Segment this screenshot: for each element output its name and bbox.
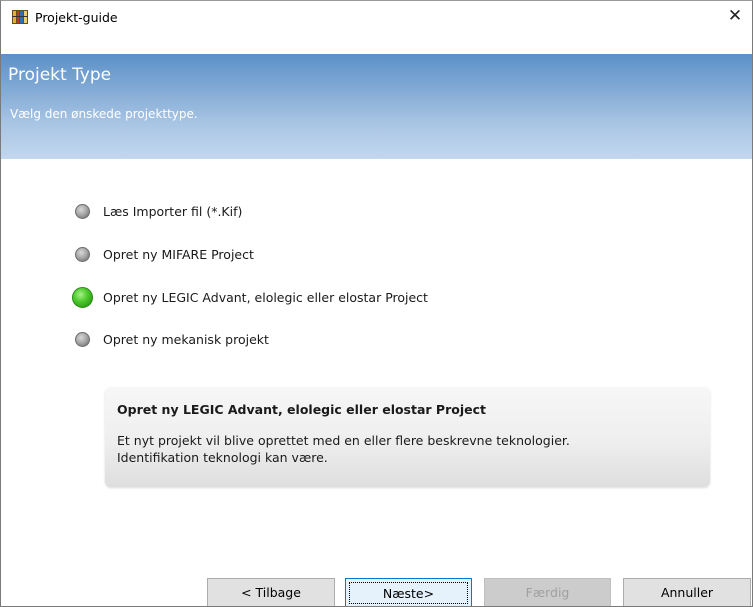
description-panel: Opret ny LEGIC Advant, elolegic eller el… (105, 387, 710, 487)
header-band: Projekt Type Vælg den ønskede projekttyp… (1, 54, 752, 159)
description-line: Et nyt projekt vil blive oprettet med en… (117, 433, 570, 448)
option-new-mifare[interactable]: Opret ny MIFARE Project (73, 242, 254, 266)
option-label: Læs Importer fil (*.Kif) (103, 203, 243, 219)
radio-button[interactable] (75, 331, 90, 347)
back-button-label: < Tilbage (241, 585, 301, 600)
back-button[interactable]: < Tilbage (207, 578, 335, 606)
description-line: Identifikation teknologi kan være. (117, 450, 328, 465)
radio-button-selected[interactable] (72, 286, 93, 308)
finish-button-label: Færdig (525, 585, 570, 600)
option-label: Opret ny LEGIC Advant, elolegic eller el… (103, 289, 428, 305)
option-label: Opret ny MIFARE Project (103, 246, 254, 262)
cancel-button-label: Annuller (660, 585, 714, 600)
radio-button[interactable] (75, 246, 90, 262)
option-new-legic[interactable]: Opret ny LEGIC Advant, elolegic eller el… (72, 285, 428, 309)
option-import-file[interactable]: Læs Importer fil (*.Kif) (73, 199, 242, 223)
next-button-label: Næste> (349, 582, 468, 604)
app-icon (12, 10, 28, 24)
radio-button[interactable] (75, 203, 90, 219)
option-new-mechanical[interactable]: Opret ny mekanisk projekt (73, 327, 269, 351)
option-label: Opret ny mekanisk projekt (103, 331, 269, 347)
description-text: Et nyt projekt vil blive oprettet med en… (117, 432, 697, 466)
description-title: Opret ny LEGIC Advant, elolegic eller el… (117, 402, 486, 417)
title-bar[interactable]: Projekt-guide ✕ (1, 1, 752, 34)
close-icon[interactable]: ✕ (718, 1, 752, 34)
page-subtitle: Vælg den ønskede projekttype. (10, 107, 198, 121)
window-title: Projekt-guide (35, 10, 118, 25)
page-title: Projekt Type (8, 65, 112, 85)
next-button[interactable]: Næste> (345, 578, 472, 606)
finish-button: Færdig (484, 578, 611, 606)
cancel-button[interactable]: Annuller (623, 578, 751, 606)
dialog-window: Projekt-guide ✕ Projekt Type Vælg den øn… (0, 0, 753, 607)
